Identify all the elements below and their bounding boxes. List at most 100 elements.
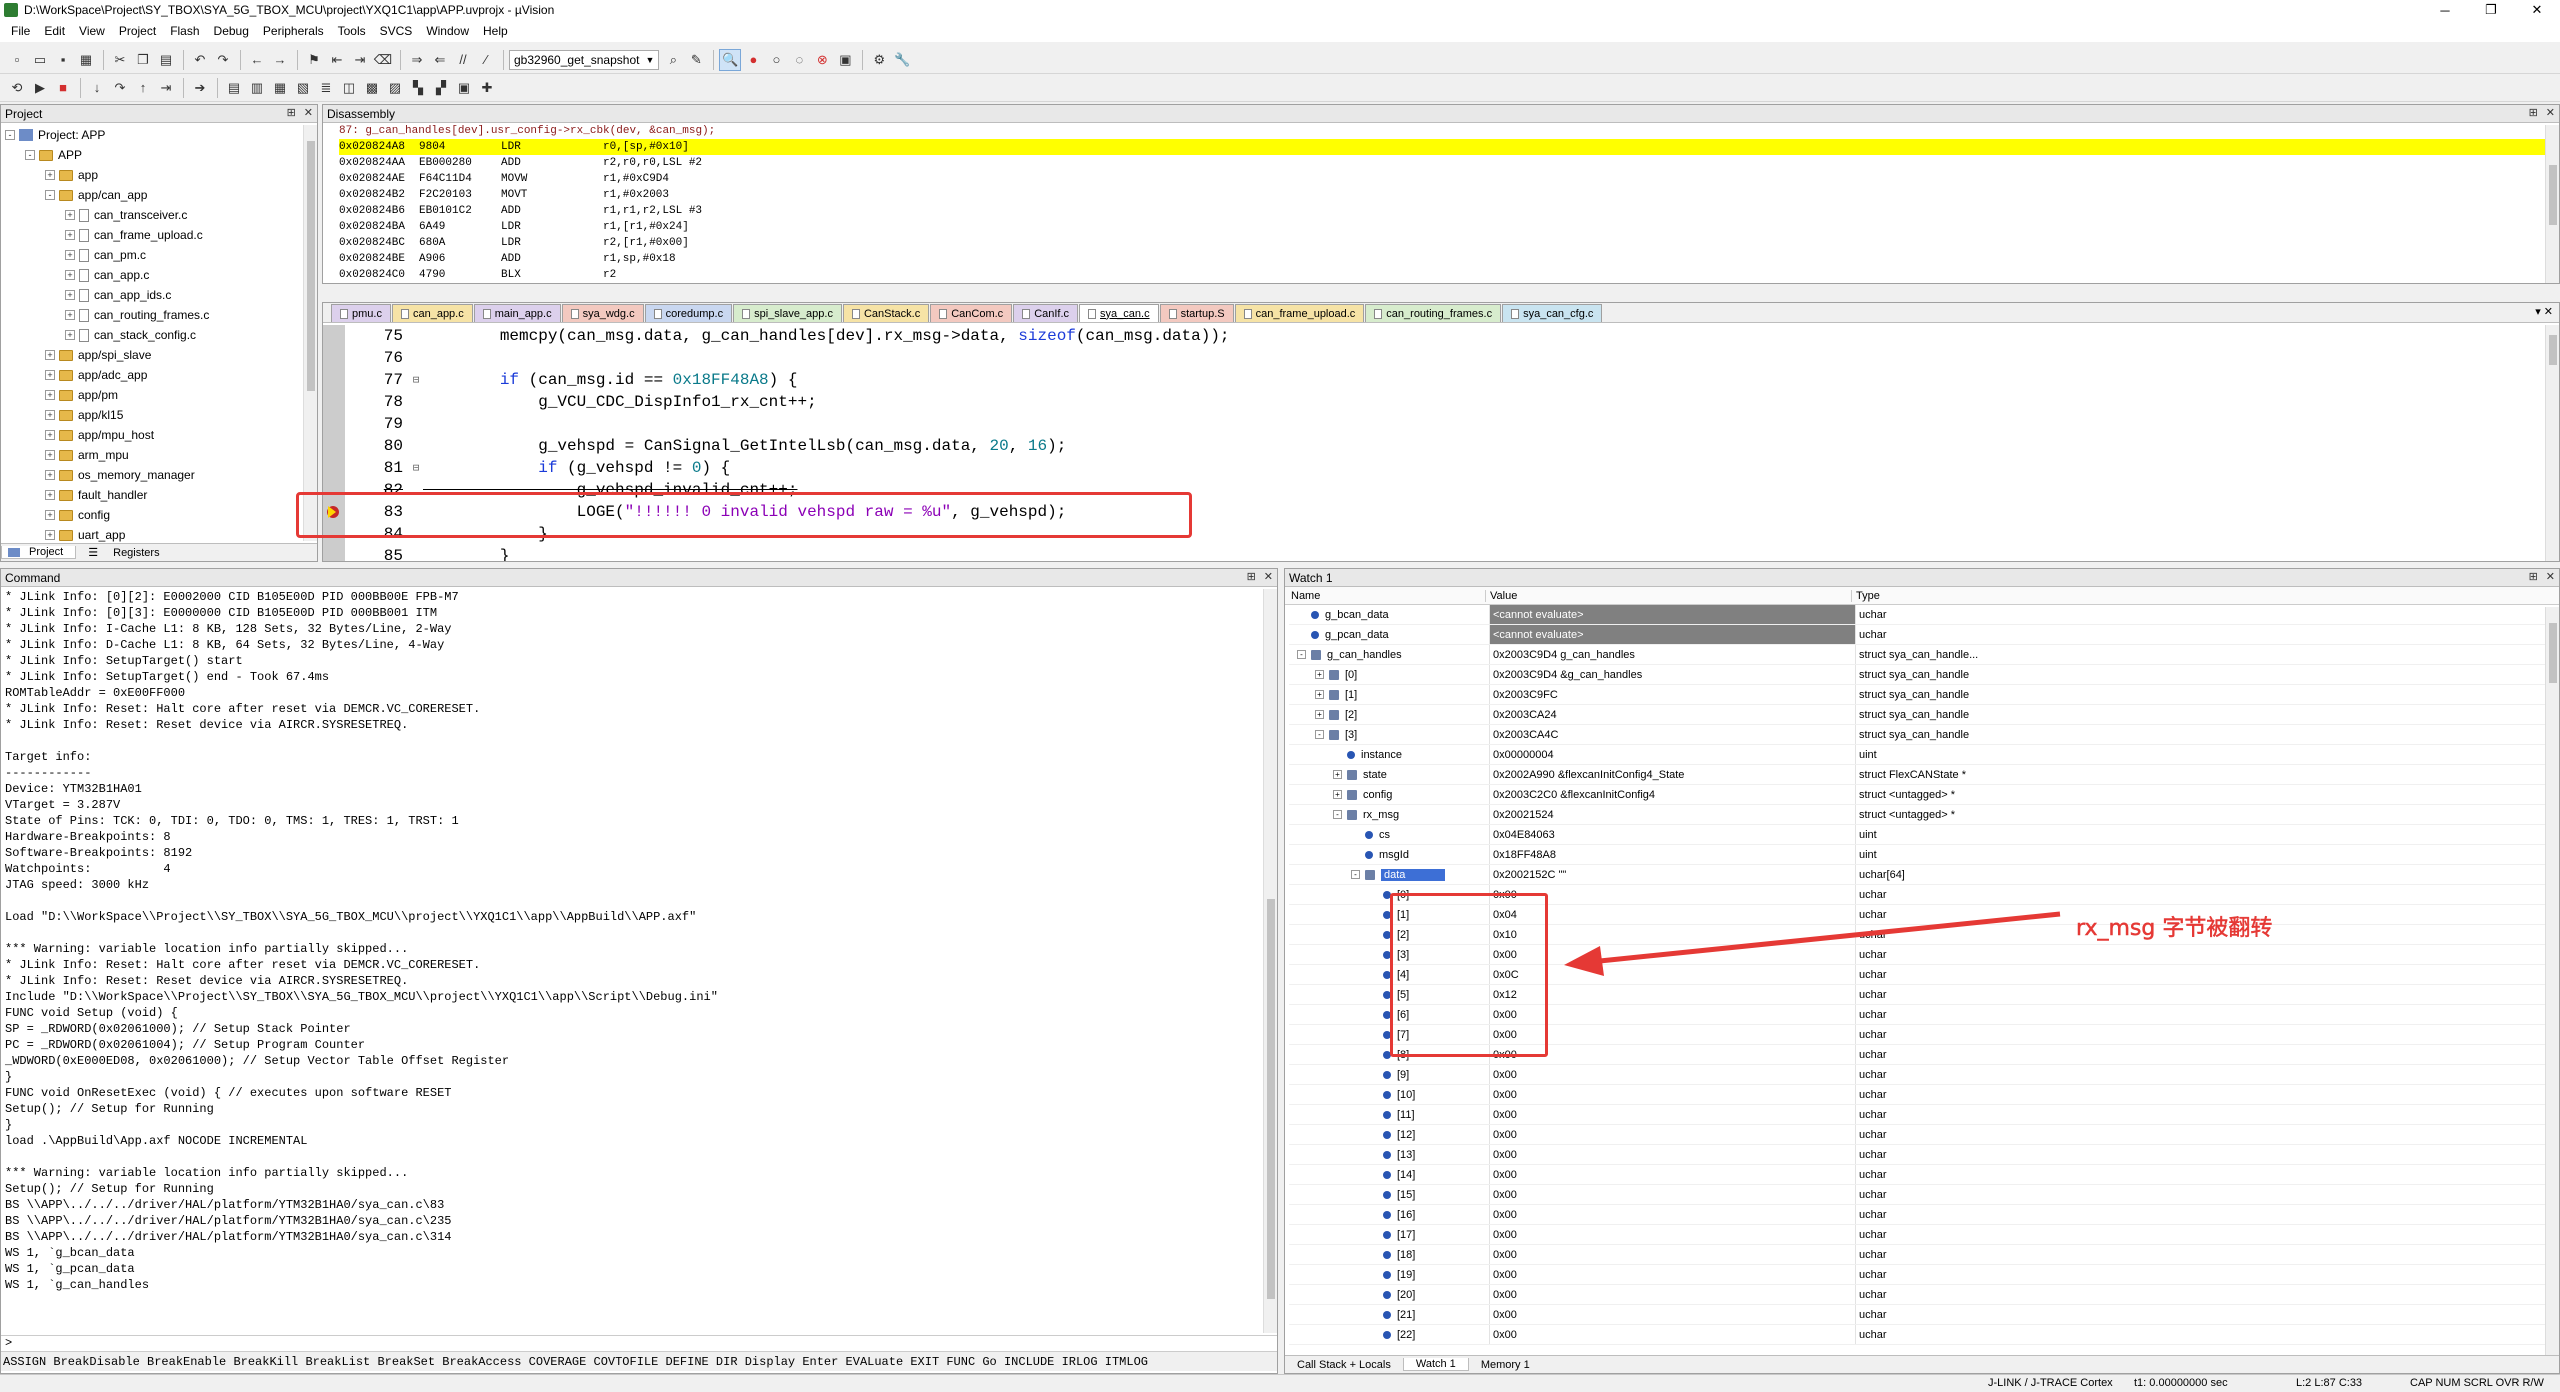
watch-row[interactable]: + [1] 0x2003C9FC struct sya_can_handle [1289,685,2559,705]
expand-icon[interactable]: + [45,410,55,420]
tab-sya-can-cfg-c[interactable]: sya_can_cfg.c [1502,304,1603,322]
minimize-button[interactable]: ─ [2422,0,2468,20]
open-file-icon[interactable]: ▭ [29,49,51,71]
prev-bookmark-icon[interactable]: ⇤ [326,49,348,71]
nav-back-icon[interactable]: ← [246,49,268,71]
collapse-icon[interactable]: - [25,150,35,160]
watch-row[interactable]: [22] 0x00 uchar [1289,1325,2559,1345]
tree-item[interactable]: + app/kl15 [5,405,317,425]
uncomment-icon[interactable]: ∕ [475,49,497,71]
menu-flash[interactable]: Flash [163,24,206,38]
close-panel-icon[interactable]: ✕ [2546,106,2555,119]
tab-main-app-c[interactable]: main_app.c [473,304,561,322]
watch-value[interactable]: 0x00000004 [1489,745,1855,764]
gutter[interactable] [323,457,345,479]
paste-icon[interactable]: ▤ [155,49,177,71]
pin-icon[interactable]: ⊞ [287,106,296,119]
expand-icon[interactable]: + [45,370,55,380]
registers-window-icon[interactable]: ▧ [292,77,314,99]
disassembly-row[interactable]: 0x020824B2 F2C20103 MOVT r1,#0x2003 [339,187,2559,203]
watch-col-name[interactable]: Name [1285,590,1485,602]
watch-value[interactable]: <cannot evaluate> [1489,605,1855,624]
expand-icon[interactable]: + [65,310,75,320]
expand-icon[interactable]: + [45,490,55,500]
tab-sya-wdg-c[interactable]: sya_wdg.c [561,304,644,322]
code-line[interactable]: 77 ⊟ if (can_msg.id == 0x18FF48A8) { [323,369,2559,391]
expand-icon[interactable]: + [45,530,55,540]
tree-item[interactable]: - app/can_app [5,185,317,205]
expand-icon[interactable]: + [65,330,75,340]
gutter[interactable] [323,413,345,435]
analysis-window-icon[interactable]: ▚ [407,77,429,99]
editor-scrollbar[interactable] [2545,325,2559,561]
expand-icon[interactable]: + [65,230,75,240]
expand-icon[interactable]: + [65,250,75,260]
disassembly-row[interactable]: 0x020824B6 EB0101C2 ADD r1,r1,r2,LSL #3 [339,203,2559,219]
tree-item[interactable]: + can_stack_config.c [5,325,317,345]
expand-icon[interactable]: + [65,290,75,300]
watch-value[interactable]: 0x2003CA24 [1489,705,1855,724]
disassembly-window-icon[interactable]: ▥ [246,77,268,99]
close-panel-icon[interactable]: ✕ [1264,570,1273,583]
watch-value[interactable]: 0x00 [1489,1305,1855,1324]
menu-help[interactable]: Help [476,24,515,38]
watch-row[interactable]: g_bcan_data <cannot evaluate> uchar [1289,605,2559,625]
menu-edit[interactable]: Edit [37,24,72,38]
collapse-icon[interactable]: - [45,190,55,200]
tab-cancom-c[interactable]: CanCom.c [930,304,1013,322]
call-stack-icon[interactable]: ≣ [315,77,337,99]
gutter[interactable] [323,435,345,457]
disassembly-row[interactable]: 0x020824BC 680A LDR r2,[r1,#0x00] [339,235,2559,251]
menu-project[interactable]: Project [112,24,163,38]
tree-item[interactable]: + app/mpu_host [5,425,317,445]
serial-window-icon[interactable]: ▨ [384,77,406,99]
undo-icon[interactable]: ↶ [189,49,211,71]
tree-item[interactable]: + can_frame_upload.c [5,225,317,245]
tree-item[interactable]: + app/spi_slave [5,345,317,365]
watch-value[interactable]: 0x00 [1489,1205,1855,1224]
new-file-icon[interactable]: ▫ [6,49,28,71]
code-line[interactable]: 85 } [323,545,2559,561]
watch-value[interactable]: 0x00 [1489,1325,1855,1344]
nav-forward-icon[interactable]: → [269,49,291,71]
enable-breakpoint-icon[interactable]: ○ [765,49,787,71]
tab-startup-s[interactable]: startup.S [1159,304,1234,322]
expand-icon[interactable]: + [65,210,75,220]
watch-value[interactable]: 0x20021524 [1489,805,1855,824]
tab-overflow-icon[interactable]: ▾ ✕ [2535,305,2553,318]
bookmark-icon[interactable]: ⚑ [303,49,325,71]
watch-value[interactable]: 0x18FF48A8 [1489,845,1855,864]
tree-item[interactable]: + can_routing_frames.c [5,305,317,325]
save-all-icon[interactable]: ▦ [75,49,97,71]
watch-row[interactable]: [16] 0x00 uchar [1289,1205,2559,1225]
watch-row[interactable]: [21] 0x00 uchar [1289,1305,2559,1325]
gutter[interactable] [323,545,345,561]
collapse-icon[interactable]: - [5,130,15,140]
watch-row[interactable]: + [2] 0x2003CA24 struct sya_can_handle [1289,705,2559,725]
collapse-icon[interactable]: - [1297,650,1306,659]
unindent-icon[interactable]: ⇐ [429,49,451,71]
tab-can-routing-frames-c[interactable]: can_routing_frames.c [1365,304,1502,322]
tree-item[interactable]: - APP [5,145,317,165]
watch-value[interactable]: 0x2002152C "" [1489,865,1855,884]
gutter[interactable] [323,325,345,347]
symbols-window-icon[interactable]: ▦ [269,77,291,99]
watch-scrollbar[interactable] [2545,607,2559,1355]
watch-value[interactable]: 0x00 [1489,1265,1855,1284]
watch-value[interactable]: 0x00 [1489,1245,1855,1264]
watch-row[interactable]: - data 0x2002152C "" uchar[64] [1289,865,2559,885]
tree-item[interactable]: + can_app.c [5,265,317,285]
project-scrollbar[interactable] [303,125,317,541]
system-viewer-icon[interactable]: ▣ [453,77,475,99]
expand-icon[interactable]: + [45,350,55,360]
disassembly-row[interactable]: 0x020824A8 9804 LDR r0,[sp,#0x10] [339,139,2559,155]
disassembly-row[interactable]: 0x020824AE F64C11D4 MOVW r1,#0xC9D4 [339,171,2559,187]
tab-can-app-c[interactable]: can_app.c [391,304,473,322]
tree-item[interactable]: + config [5,505,317,525]
expand-icon[interactable]: + [65,270,75,280]
run-icon[interactable]: ▶ [29,77,51,99]
tab-sya-can-c[interactable]: sya_can.c [1079,304,1159,322]
tab-canstack-c[interactable]: CanStack.c [842,304,930,322]
tab-coredump-c[interactable]: coredump.c [644,304,733,322]
redo-icon[interactable]: ↷ [212,49,234,71]
